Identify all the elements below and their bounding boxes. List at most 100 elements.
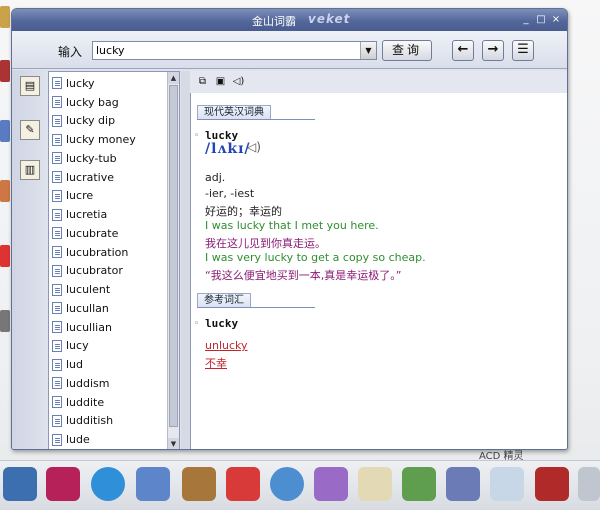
query-button[interactable]: 查询 <box>382 40 432 61</box>
desktop-icon[interactable] <box>0 120 10 142</box>
maximize-button[interactable]: □ <box>534 14 548 26</box>
word-list-item[interactable]: lucubration <box>49 243 167 262</box>
word-list-item[interactable]: lucky-tub <box>49 149 167 168</box>
desktop-icon[interactable] <box>0 180 10 202</box>
word-list-item[interactable]: luculent <box>49 280 167 299</box>
back-button[interactable]: ← <box>452 40 474 61</box>
word-list-item[interactable]: lucky money <box>49 130 167 149</box>
search-input[interactable] <box>93 42 359 59</box>
help-icon[interactable] <box>535 467 569 501</box>
document-icon <box>52 227 62 240</box>
window-title: 金山词霸 <box>252 15 296 28</box>
reference-link[interactable]: 不幸 <box>205 355 227 371</box>
reference-headword: lucky <box>205 317 239 330</box>
unlucky-link[interactable]: unlucky <box>205 339 248 352</box>
word-list-item[interactable]: ludditish <box>49 412 167 431</box>
word-list-item[interactable]: lucky bag <box>49 93 167 112</box>
input-label: 输入 <box>58 45 83 59</box>
word-list-panel: lucky lucky bag lucky dip lucky money lu… <box>48 71 180 449</box>
definition-pane: 现代英汉词典 ◦ lucky /lʌkɪ/ ◁) adj. -ier, -ies… <box>190 93 567 449</box>
document-icon <box>52 433 62 446</box>
word-list-item[interactable]: luddite <box>49 393 167 412</box>
desktop-icon[interactable] <box>0 245 10 267</box>
word-list-item[interactable]: lucy <box>49 337 167 356</box>
example-sentence: I was very lucky to get a copy so cheap. <box>205 251 426 264</box>
document-icon <box>52 377 62 390</box>
pane-splitter[interactable] <box>181 71 190 449</box>
document-icon <box>52 339 62 352</box>
left-arrow-icon: ← <box>457 42 469 57</box>
scroll-up-icon[interactable]: ▲ <box>168 72 179 84</box>
word-list-item[interactable]: lude <box>49 430 167 449</box>
word-list-item[interactable]: lucrative <box>49 168 167 187</box>
forward-button[interactable]: → <box>482 40 504 61</box>
word-list-item[interactable]: lucre <box>49 187 167 206</box>
draw-icon[interactable] <box>136 467 170 501</box>
title-bar[interactable]: 金山词霸 veket _ □ × <box>12 9 567 31</box>
word-list-item[interactable]: lucubrate <box>49 224 167 243</box>
image-viewer-icon[interactable] <box>402 467 436 501</box>
desktop-icon[interactable] <box>0 310 10 332</box>
word-list-scrollbar[interactable]: ▲ ▼ <box>167 72 179 449</box>
unlucky-translation-link[interactable]: 不幸 <box>205 357 227 370</box>
inflections: -ier, -iest <box>205 187 255 200</box>
dictionary-window: 金山词霸 veket _ □ × 输入 ▼ 查询 ← → ☰ ▤ ✎ ▥ luc… <box>11 8 568 450</box>
tools-app-icon[interactable] <box>226 467 260 501</box>
desktop-icon[interactable] <box>0 60 10 82</box>
word-list-item[interactable]: lucullan <box>49 299 167 318</box>
dictionary-section-tab[interactable]: 现代英汉词典 <box>197 105 271 120</box>
document-icon <box>52 414 62 427</box>
word-list-item[interactable]: lucky dip <box>49 112 167 131</box>
bullet-icon: ◦ <box>194 131 200 141</box>
document-icon <box>52 283 62 296</box>
pronounce-speaker-icon[interactable]: ◁) <box>247 140 263 156</box>
tools-icon[interactable]: ✎ <box>20 120 40 140</box>
document-icon <box>52 246 62 259</box>
example-sentence: I was lucky that I met you here. <box>205 219 379 232</box>
word-list-item[interactable]: lucky <box>49 74 167 93</box>
list-icon: ☰ <box>517 42 529 57</box>
copy-icon[interactable]: ⧉ <box>196 75 209 88</box>
word-list-item[interactable]: lucullian <box>49 318 167 337</box>
word-list-item[interactable]: luddism <box>49 374 167 393</box>
word-list: lucky lucky bag lucky dip lucky money lu… <box>49 74 167 449</box>
medical-app-icon[interactable] <box>46 467 80 501</box>
document-icon <box>52 96 62 109</box>
right-arrow-icon: → <box>487 42 499 57</box>
network-icon[interactable] <box>91 467 125 501</box>
close-button[interactable]: × <box>549 14 563 26</box>
book-icon[interactable]: ▥ <box>20 160 40 180</box>
document-icon <box>52 264 62 277</box>
word-list-item[interactable]: lucretia <box>49 205 167 224</box>
word-list-item[interactable]: lucubrator <box>49 262 167 281</box>
system-tray-icon[interactable] <box>578 467 600 501</box>
word-list-item[interactable]: lud <box>49 355 167 374</box>
menu-button[interactable]: ☰ <box>512 40 534 61</box>
file-manager-icon[interactable] <box>3 467 37 501</box>
reference-link[interactable]: unlucky <box>205 339 248 352</box>
search-combo[interactable]: ▼ <box>92 41 377 60</box>
music-player-icon[interactable] <box>182 467 216 501</box>
scrollbar-thumb[interactable] <box>169 85 178 427</box>
minimize-button[interactable]: _ <box>519 14 533 26</box>
settings-app-icon[interactable] <box>490 467 524 501</box>
notebook-icon[interactable]: ▤ <box>20 76 40 96</box>
desktop-icon[interactable] <box>0 6 10 28</box>
speaker-icon[interactable]: ◁) <box>232 75 245 88</box>
save-icon[interactable]: ▣ <box>214 75 227 88</box>
document-icon <box>52 208 62 221</box>
chat-icon[interactable] <box>270 467 304 501</box>
document-icon <box>52 133 62 146</box>
part-of-speech: adj. <box>205 171 226 184</box>
taskbar <box>0 460 600 510</box>
reference-section-tab[interactable]: 参考词汇 <box>197 293 251 308</box>
chevron-down-icon[interactable]: ▼ <box>360 42 376 59</box>
document-app-icon[interactable] <box>314 467 348 501</box>
notes-icon[interactable] <box>358 467 392 501</box>
scanner-icon[interactable] <box>446 467 480 501</box>
scroll-down-icon[interactable]: ▼ <box>168 438 179 449</box>
example-translation: 我在这儿见到你真走运。 <box>205 237 326 250</box>
document-icon <box>52 302 62 315</box>
search-toolbar: 输入 ▼ 查询 ← → ☰ <box>12 31 567 69</box>
document-icon <box>52 321 62 334</box>
